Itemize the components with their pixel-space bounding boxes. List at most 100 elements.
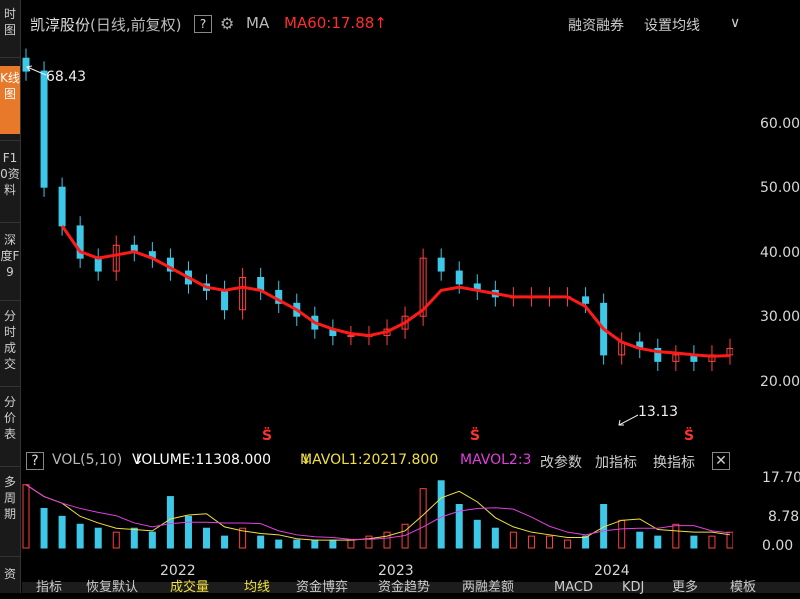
tab-ma[interactable]: 均线 — [244, 577, 270, 599]
volume-indicator-name[interactable]: VOL(5,10) — [52, 452, 122, 468]
volume-bar — [40, 507, 48, 549]
sidebar-item-capital[interactable]: 资 — [0, 566, 20, 586]
price-tick: 20.00 — [760, 374, 800, 390]
period-label[interactable]: (日线,前复权) — [90, 16, 181, 34]
volume-bar — [148, 531, 156, 549]
price-tick: 50.00 — [760, 180, 800, 196]
candle-body — [437, 257, 445, 272]
sell-signal-icon[interactable]: S̈ — [684, 428, 694, 444]
sidebar-divider — [0, 466, 20, 467]
stock-title: 凯淳股份(日线,前复权) — [30, 14, 182, 35]
volume-bar — [112, 531, 120, 549]
help-icon[interactable]: ? — [26, 452, 44, 470]
sidebar-divider — [0, 140, 20, 141]
volume-bar — [636, 531, 644, 549]
volume-header: ? VOL(5,10) VOLUME:11308.000 ↓ MAVOL1:202… — [22, 447, 733, 473]
volume-bar — [329, 539, 337, 549]
mavol1-text: MAVOL1:20217.800 — [300, 452, 439, 468]
volume-bar — [166, 496, 174, 549]
ma60-value: MA60:17.88↑ — [284, 14, 387, 32]
volume-bar — [437, 480, 445, 549]
volume-bar — [58, 515, 66, 549]
sidebar-divider — [0, 556, 20, 557]
sidebar-item-kline[interactable]: K线图 — [0, 66, 20, 134]
volume-bar — [311, 539, 319, 549]
volume-bar — [365, 535, 373, 549]
ma-label[interactable]: MA — [246, 14, 269, 32]
price-tick: 60.00 — [760, 116, 800, 132]
volume-bar — [293, 539, 301, 549]
close-icon[interactable]: ✕ — [712, 452, 730, 470]
sidebar-item-multi-period[interactable]: 多周期 — [0, 474, 20, 538]
edit-params-link[interactable]: 改参数 — [540, 452, 582, 472]
volume-bar — [257, 535, 265, 549]
chevron-down-icon[interactable]: ∨ — [730, 15, 740, 31]
volume-tick: 0.00 — [762, 538, 794, 554]
tab-indicator[interactable]: 指标 — [36, 577, 62, 599]
price-tick: 30.00 — [760, 309, 800, 325]
ma60-line — [60, 225, 731, 358]
margin-trading-link[interactable]: 融资融券 — [568, 15, 624, 35]
tab-volume[interactable]: 成交量 — [170, 577, 209, 599]
set-ma-link[interactable]: 设置均线 — [644, 15, 700, 35]
tab-kdj[interactable]: KDJ — [622, 577, 644, 599]
sidebar-item-trades[interactable]: 分时成交 — [0, 308, 20, 380]
sidebar-item-price-table[interactable]: 分价表 — [0, 394, 20, 458]
volume-chart[interactable] — [22, 474, 733, 556]
tab-more[interactable]: 更多 — [672, 577, 698, 599]
volume-bar — [22, 484, 30, 549]
volume-arrow-icon: ↓ — [132, 452, 144, 468]
volume-bar — [275, 539, 283, 549]
price-tick: 40.00 — [760, 245, 800, 261]
left-sidebar: 时图 K线图 F10资料 深度F9 分时成交 分价表 多周期 资 — [0, 0, 21, 593]
tab-reset-default[interactable]: 恢复默认 — [86, 577, 138, 599]
volume-bar — [527, 535, 535, 549]
sidebar-item-f10[interactable]: F10资料 — [0, 150, 20, 214]
low-price-label: 13.13 — [638, 404, 679, 420]
sidebar-item-timeshare[interactable]: 时图 — [0, 0, 20, 56]
mavol2-value: MAVOL2:3 — [460, 452, 532, 468]
gear-icon[interactable]: ⚙ — [220, 14, 234, 33]
volume-value-text: VOLUME:11308.000 — [132, 452, 272, 468]
sidebar-divider — [0, 300, 20, 301]
volume-bar — [672, 523, 680, 549]
tab-capital-trend[interactable]: 资金趋势 — [378, 577, 430, 599]
low-arrow-icon — [618, 414, 639, 426]
tab-margin-diff[interactable]: 两融差额 — [462, 577, 514, 599]
tab-capital-game[interactable]: 资金博弈 — [296, 577, 348, 599]
sidebar-divider — [0, 222, 20, 223]
volume-bar — [419, 488, 427, 549]
ma60-arrow-icon: ↑ — [374, 14, 387, 32]
high-price-label: 68.43 — [46, 69, 87, 85]
volume-bar — [94, 527, 102, 549]
candle-body — [94, 257, 102, 272]
kline-chart[interactable] — [22, 40, 733, 445]
sell-signal-icon[interactable]: S̈ — [262, 428, 272, 444]
tab-template[interactable]: 模板 — [730, 577, 756, 599]
volume-tick: 17.70 — [762, 470, 800, 486]
candle-body — [221, 289, 229, 311]
sidebar-item-depth[interactable]: 深度F9 — [0, 232, 20, 292]
tab-macd[interactable]: MACD — [554, 577, 593, 599]
sidebar-divider — [0, 57, 20, 58]
volume-bar — [76, 523, 84, 549]
ma60-text: MA60:17.88 — [284, 14, 375, 32]
volume-bar — [654, 535, 662, 549]
sell-signal-icon[interactable]: S̈ — [470, 428, 480, 444]
sidebar-divider — [0, 386, 20, 387]
stock-name: 凯淳股份 — [30, 16, 91, 34]
high-arrow-icon — [26, 65, 47, 76]
volume-bar — [690, 535, 698, 549]
volume-bar — [564, 539, 572, 549]
volume-bar — [221, 535, 229, 549]
volume-bar — [473, 519, 481, 549]
switch-indicator-link[interactable]: 换指标 — [653, 452, 695, 472]
add-indicator-link[interactable]: 加指标 — [595, 452, 637, 472]
candle-body — [347, 335, 355, 338]
volume-tick: 8.78 — [768, 509, 800, 525]
candle-body — [58, 186, 66, 227]
help-icon[interactable]: ? — [194, 15, 212, 33]
volume-bar — [618, 519, 626, 549]
candle-body — [582, 296, 590, 304]
candle-body — [257, 277, 265, 291]
